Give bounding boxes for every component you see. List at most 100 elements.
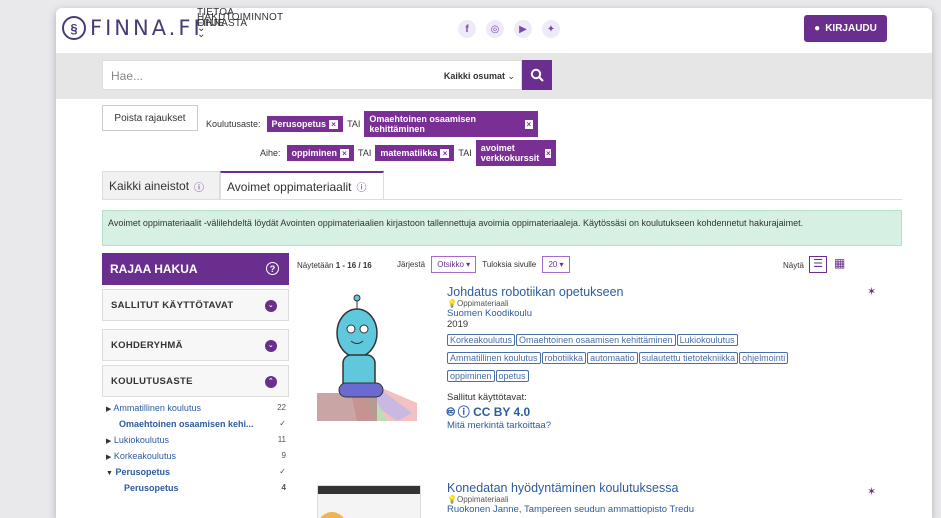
facet-item-perusopetus[interactable]: ▼ Perusopetus ✓	[106, 464, 289, 480]
facet-sallitut-kayttotavat[interactable]: SALLITUT KÄYTTÖTAVAT ⌄	[102, 289, 289, 321]
result-author[interactable]: Suomen Koodikoulu	[447, 308, 847, 319]
result-item: Johdatus robotiikan opetukseen 💡Oppimate…	[297, 283, 903, 473]
chevron-down-icon: ⌄	[265, 300, 277, 312]
user-icon: ●	[814, 23, 821, 34]
or-label: TAI	[347, 119, 361, 129]
tag[interactable]: Ammatillinen koulutus	[447, 352, 541, 364]
filter-chip-avoimet-verkkokurssit[interactable]: avoimet verkkokurssit ×	[475, 140, 557, 166]
search-tabs: Kaikki aineistot ⓘ Avoimet oppimateriaal…	[102, 171, 902, 200]
tag[interactable]: opetus	[495, 370, 529, 382]
refine-search-header: RAJAA HAKUA ?	[102, 253, 289, 285]
close-icon: ×	[340, 148, 350, 158]
subject-filter-label: Aihe:	[260, 148, 281, 158]
sort-select[interactable]: Otsikko ▾	[431, 256, 477, 273]
tag[interactable]: automaatio	[587, 352, 638, 364]
instagram-icon[interactable]: ◎	[486, 20, 504, 38]
close-icon: ×	[524, 119, 533, 129]
twitter-icon[interactable]: ✦	[542, 20, 560, 38]
close-icon: ×	[545, 148, 552, 158]
search-input[interactable]: Hae... Kaikki osumat ⌄	[102, 60, 522, 90]
help-icon[interactable]: ⓘ	[357, 179, 367, 194]
facet-item-omaehtoinen[interactable]: Omaehtoinen osaamisen kehi... ✓	[106, 416, 289, 432]
per-page-label: Tuloksia sivulle	[482, 260, 537, 269]
result-thumbnail[interactable]	[317, 293, 421, 421]
education-filter-label: Koulutusaste:	[206, 119, 261, 129]
facet-kohderyhma[interactable]: KOHDERYHMÄ ⌄	[102, 329, 289, 361]
search-button[interactable]	[522, 60, 552, 90]
sort-label: Järjestä	[397, 260, 426, 269]
result-year: 2019	[447, 319, 469, 330]
result-title[interactable]: Johdatus robotiikan opetukseen	[447, 285, 847, 299]
result-content: Konedatan hyödyntäminen koulutuksessa 💡O…	[447, 481, 847, 515]
clear-filters-button[interactable]: Poista rajaukset	[102, 105, 198, 131]
result-thumbnail[interactable]	[317, 485, 421, 518]
finna-logo-icon: §	[62, 16, 86, 40]
facet-koulutusaste[interactable]: KOULUTUSASTE ⌃	[102, 365, 289, 397]
lightbulb-icon: 💡	[447, 495, 457, 504]
pin-icon[interactable]: ✶	[867, 485, 876, 498]
youtube-icon[interactable]: ▶	[514, 20, 532, 38]
result-tags: Korkeakoulutus Omaehtoinen osaamisen kehi…	[447, 330, 797, 384]
tag[interactable]: ohjelmointi	[739, 352, 789, 364]
pin-icon[interactable]: ✶	[867, 285, 876, 298]
facet-item-perusopetus-sub[interactable]: Perusopetus 4	[106, 480, 289, 496]
caret-right-icon: ▶	[106, 454, 112, 461]
facebook-icon[interactable]: f	[458, 20, 476, 38]
tag[interactable]: sulautettu tietotekniikka	[638, 352, 739, 364]
login-button[interactable]: ● KIRJAUDU	[804, 15, 887, 42]
finna-logo[interactable]: § FINNA.FI	[62, 16, 203, 40]
tag[interactable]: Korkeakoulutus	[447, 334, 516, 346]
grid-view-icon[interactable]: ▦	[834, 256, 845, 270]
or-label: TAI	[358, 148, 372, 158]
filter-chip-matematiikka[interactable]: matematiikka ×	[375, 145, 455, 161]
license-help-link[interactable]: Mitä merkintä tarkoittaa?	[447, 420, 847, 431]
logo-text: FINNA.FI	[90, 16, 203, 40]
search-scope-select[interactable]: Kaikki osumat ⌄	[444, 71, 515, 82]
result-author[interactable]: Ruokonen Janne, Tampereen seudun ammatti…	[447, 504, 847, 515]
tab-divider	[102, 199, 902, 200]
help-icon[interactable]: ?	[266, 262, 279, 275]
facet-item-ammatillinen[interactable]: ▶ Ammatillinen koulutus 22	[106, 400, 289, 416]
filter-chip-perusopetus[interactable]: Perusopetus ×	[266, 116, 344, 132]
result-item: Konedatan hyödyntäminen koulutuksessa 💡O…	[297, 479, 903, 518]
result-content: Johdatus robotiikan opetukseen 💡Oppimate…	[447, 285, 847, 431]
caret-right-icon: ▶	[106, 438, 112, 445]
subject-filter-row: Aihe: oppiminen × TAI matematiikka × TAI a…	[260, 140, 560, 166]
chevron-down-icon: ⌄	[265, 340, 277, 352]
sort-control: Järjestä Otsikko ▾ Tuloksia sivulle 20 ▾	[397, 256, 574, 273]
browser-frame: § FINNA.FI HAKUTOIMINNOT ⌄ TIETOA FINNAS…	[56, 8, 932, 518]
view-label: Näytä	[783, 261, 804, 270]
list-view-icon[interactable]: ☰	[809, 256, 827, 273]
tab-kaikki-aineistot[interactable]: Kaikki aineistot ⓘ	[102, 171, 220, 200]
results-count: Näytetään 1 - 16 / 16	[297, 261, 372, 270]
close-icon: ×	[440, 148, 450, 158]
results-toolbar: Näytetään 1 - 16 / 16 Järjestä Otsikko ▾…	[297, 253, 903, 279]
caret-right-icon: ▶	[106, 406, 112, 413]
filter-chip-oppiminen[interactable]: oppiminen ×	[286, 145, 355, 161]
tag[interactable]: oppiminen	[447, 370, 495, 382]
per-page-select[interactable]: 20 ▾	[542, 256, 570, 273]
result-type: 💡Oppimateriaali	[447, 299, 509, 308]
facet-sidebar: RAJAA HAKUA ? SALLITUT KÄYTTÖTAVAT ⌄ KOH…	[102, 253, 289, 496]
thumbnail-chart	[318, 512, 346, 518]
lightbulb-icon: 💡	[447, 299, 457, 308]
nav-ohje[interactable]: OHJE	[197, 18, 224, 29]
tag[interactable]: Omaehtoinen osaamisen kehittäminen	[516, 334, 676, 346]
info-notice: Avoimet oppimateriaalit -välilehdeltä lö…	[102, 210, 902, 246]
tag[interactable]: Lukiokoulutus	[676, 334, 738, 346]
tag[interactable]: robotiikka	[541, 352, 587, 364]
thumbnail-header	[318, 486, 420, 494]
cc-icon: 🅭 ⓘ	[447, 405, 470, 419]
search-placeholder: Hae...	[111, 69, 144, 83]
license-badge[interactable]: 🅭 ⓘ CC BY 4.0	[447, 403, 847, 420]
top-navigation: § FINNA.FI HAKUTOIMINNOT ⌄ TIETOA FINNAS…	[56, 8, 932, 52]
chevron-up-icon: ⌃	[265, 376, 277, 388]
caret-down-icon: ▼	[106, 470, 113, 477]
filter-chip-omaehtoinen[interactable]: Omaehtoinen osaamisen kehittäminen ×	[364, 111, 538, 137]
tab-avoimet-oppimateriaalit[interactable]: Avoimet oppimateriaalit ⓘ	[220, 171, 384, 200]
results-area: Näytetään 1 - 16 / 16 Järjestä Otsikko ▾…	[297, 253, 903, 518]
result-title[interactable]: Konedatan hyödyntäminen koulutuksessa	[447, 481, 847, 495]
facet-item-lukiokoulutus[interactable]: ▶ Lukiokoulutus 11	[106, 432, 289, 448]
facet-item-korkeakoulutus[interactable]: ▶ Korkeakoulutus 9	[106, 448, 289, 464]
help-icon[interactable]: ⓘ	[194, 179, 204, 194]
